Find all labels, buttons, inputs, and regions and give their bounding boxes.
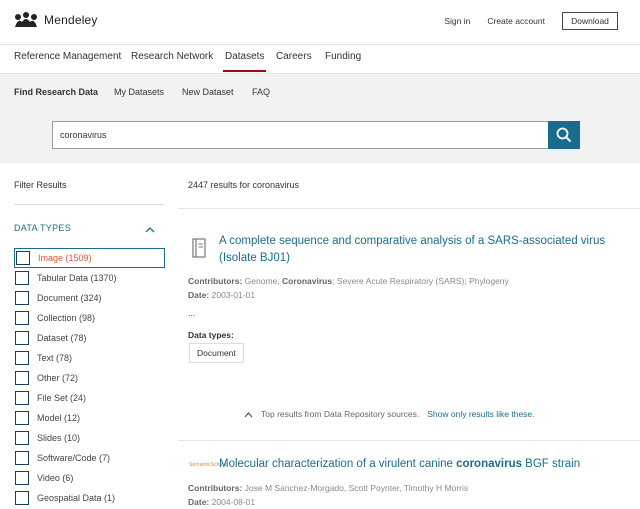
filter-divider bbox=[14, 204, 164, 205]
contributors-label: Contributors: bbox=[188, 483, 243, 493]
filter-video[interactable]: Video (6) bbox=[14, 468, 166, 488]
filter-label: Model (12) bbox=[37, 413, 81, 423]
filter-other[interactable]: Other (72) bbox=[14, 368, 166, 388]
result-date: Date: 2004-08-01 bbox=[188, 497, 255, 507]
filter-checkbox[interactable] bbox=[15, 491, 29, 505]
filter-text[interactable]: Text (78) bbox=[14, 348, 166, 368]
filter-file-set[interactable]: File Set (24) bbox=[14, 388, 166, 408]
filter-image[interactable]: Image (1509) bbox=[14, 248, 165, 268]
filter-checkbox[interactable] bbox=[15, 411, 29, 425]
filter-checkbox[interactable] bbox=[16, 251, 30, 265]
data-types-heading[interactable]: DATA TYPES bbox=[14, 223, 164, 233]
contributors-text: Genome; bbox=[244, 276, 282, 286]
filter-dataset[interactable]: Dataset (78) bbox=[14, 328, 166, 348]
title-highlight: coronavirus bbox=[456, 458, 522, 470]
nav-reference-management[interactable]: Reference Management bbox=[14, 51, 121, 62]
filter-model[interactable]: Model (12) bbox=[14, 408, 166, 428]
result-date: Date: 2003-01-01 bbox=[188, 290, 255, 300]
filter-label: Collection (98) bbox=[37, 313, 96, 323]
document-icon bbox=[192, 238, 206, 258]
subnav-my-datasets[interactable]: My Datasets bbox=[114, 87, 164, 97]
result-title-link[interactable]: A complete sequence and comparative anal… bbox=[219, 233, 619, 267]
chevron-up-icon[interactable] bbox=[145, 225, 155, 233]
date-value: 2003-01-01 bbox=[211, 290, 256, 300]
sign-in-link[interactable]: Sign in bbox=[444, 16, 470, 26]
title-text-rest: BGF strain bbox=[521, 458, 581, 470]
title-text: Molecular characterization of a virulent… bbox=[219, 458, 457, 470]
filter-slides[interactable]: Slides (10) bbox=[14, 428, 166, 448]
filter-checkbox[interactable] bbox=[15, 391, 29, 405]
nav-funding[interactable]: Funding bbox=[325, 51, 361, 62]
mendeley-logo-icon bbox=[15, 12, 37, 27]
filter-label: File Set (24) bbox=[37, 393, 87, 403]
filter-label: Geospatial Data (1) bbox=[37, 493, 116, 503]
filter-checkbox[interactable] bbox=[15, 351, 29, 365]
filter-label: Image (1509) bbox=[38, 253, 92, 263]
filter-label: Dataset (78) bbox=[37, 333, 87, 343]
search-area: Find Research Data My Datasets New Datas… bbox=[0, 74, 640, 163]
filter-label: Document (324) bbox=[37, 293, 102, 303]
show-similar-results-link[interactable]: Show only results like these. bbox=[427, 409, 534, 419]
filter-checkbox[interactable] bbox=[15, 371, 29, 385]
results-divider bbox=[178, 440, 640, 441]
filter-label: Other (72) bbox=[37, 373, 79, 383]
search-input[interactable] bbox=[52, 121, 549, 149]
filter-checkbox[interactable] bbox=[15, 431, 29, 445]
result-contributors: Contributors: Jose M Sanchez-Morgado, Sc… bbox=[188, 483, 468, 493]
filter-checkbox[interactable] bbox=[15, 271, 29, 285]
data-type-filters: Image (1509) Tabular Data (1370) Documen… bbox=[14, 248, 166, 508]
result-ellipsis: ... bbox=[188, 308, 196, 318]
data-types-label: Data types: bbox=[188, 330, 234, 340]
nav-careers[interactable]: Careers bbox=[276, 51, 312, 62]
filter-label: Slides (10) bbox=[37, 433, 81, 443]
date-label: Date: bbox=[188, 497, 210, 507]
download-button[interactable]: Download bbox=[562, 12, 618, 30]
filter-checkbox[interactable] bbox=[15, 291, 29, 305]
search-icon bbox=[556, 127, 572, 143]
top-bar: Mendeley Sign in Create account Download bbox=[0, 0, 640, 44]
filter-checkbox[interactable] bbox=[15, 471, 29, 485]
filter-label: Text (78) bbox=[37, 353, 73, 363]
filter-label: Video (6) bbox=[37, 473, 74, 483]
result-title-link[interactable]: Molecular characterization of a virulent… bbox=[219, 456, 629, 473]
repository-note-text: Top results from Data Repository sources… bbox=[261, 409, 420, 419]
contributors-highlight: Coronavirus bbox=[282, 276, 333, 286]
filter-collection[interactable]: Collection (98) bbox=[14, 308, 166, 328]
filter-document[interactable]: Document (324) bbox=[14, 288, 166, 308]
subnav-find-research-data[interactable]: Find Research Data bbox=[14, 87, 98, 97]
filter-checkbox[interactable] bbox=[15, 451, 29, 465]
chevron-up-icon[interactable] bbox=[244, 411, 253, 418]
filter-geospatial-data[interactable]: Geospatial Data (1) bbox=[14, 488, 166, 508]
subnav-faq[interactable]: FAQ bbox=[252, 87, 270, 97]
contributors-text-rest: ; Severe Acute Respiratory (SARS); Phylo… bbox=[332, 276, 509, 286]
date-label: Date: bbox=[188, 290, 210, 300]
subnav-new-dataset[interactable]: New Dataset bbox=[182, 87, 234, 97]
mendeley-logo[interactable]: Mendeley bbox=[14, 12, 98, 28]
contributors-text: Jose M Sanchez-Morgado, Scott Poynter, T… bbox=[244, 483, 469, 493]
data-type-tag: Document bbox=[189, 343, 244, 363]
date-value: 2004-08-01 bbox=[211, 497, 256, 507]
filter-checkbox[interactable] bbox=[15, 331, 29, 345]
filter-software-code[interactable]: Software/Code (7) bbox=[14, 448, 166, 468]
filter-checkbox[interactable] bbox=[15, 311, 29, 325]
nav-research-network[interactable]: Research Network bbox=[131, 51, 213, 62]
filter-label: Tabular Data (1370) bbox=[37, 273, 117, 283]
filter-results-heading: Filter Results bbox=[14, 180, 67, 190]
filter-label: Software/Code (7) bbox=[37, 453, 111, 463]
repository-note: Top results from Data Repository sources… bbox=[244, 409, 535, 419]
main-nav: Reference Management Research Network Da… bbox=[0, 44, 640, 74]
brand-name: Mendeley bbox=[44, 13, 98, 27]
create-account-link[interactable]: Create account bbox=[487, 16, 545, 26]
results-count: 2447 results for coronavirus bbox=[188, 180, 300, 190]
results-divider bbox=[178, 208, 640, 209]
top-links: Sign in Create account Download bbox=[444, 12, 640, 30]
nav-datasets[interactable]: Datasets bbox=[222, 51, 267, 72]
search-button[interactable] bbox=[548, 121, 580, 149]
contributors-label: Contributors: bbox=[188, 276, 243, 286]
result-contributors: Contributors: Genome; Coronavirus; Sever… bbox=[188, 276, 509, 286]
filter-tabular-data[interactable]: Tabular Data (1370) bbox=[14, 268, 166, 288]
